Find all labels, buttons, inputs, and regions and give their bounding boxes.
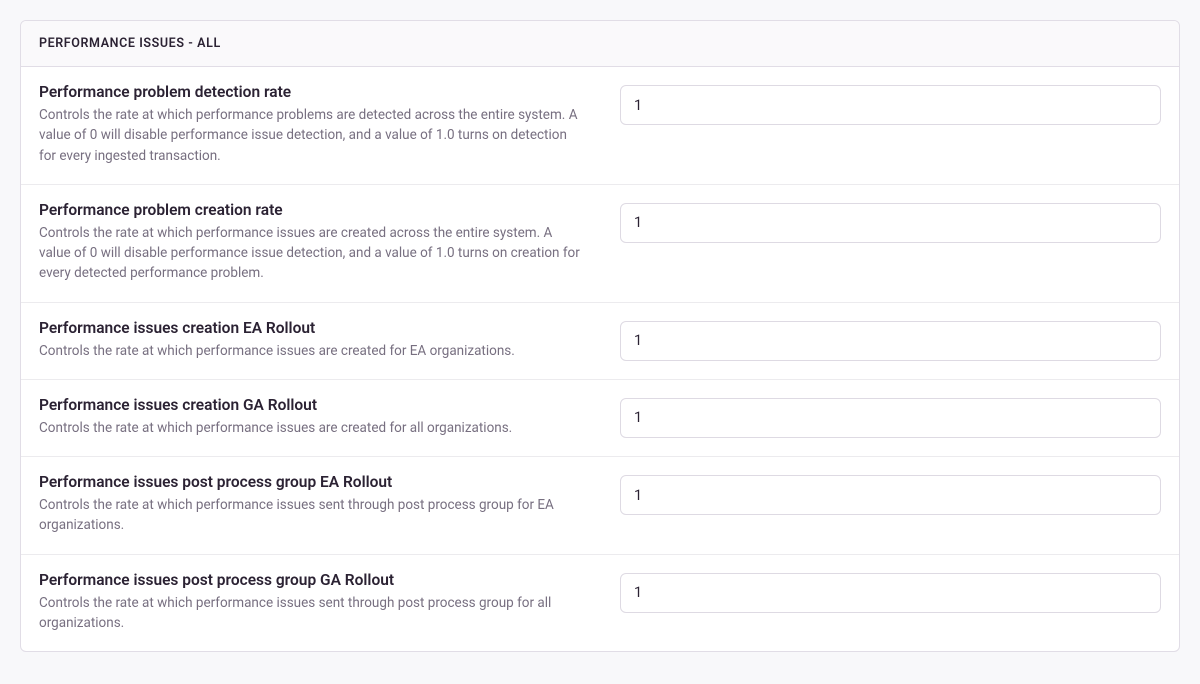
setting-input-wrap bbox=[620, 201, 1161, 243]
setting-title: Performance problem creation rate bbox=[39, 201, 580, 219]
setting-title: Performance issues post process group GA… bbox=[39, 571, 580, 589]
setting-description: Controls the rate at which performance p… bbox=[39, 105, 580, 166]
setting-input-wrap bbox=[620, 319, 1161, 361]
setting-input-wrap bbox=[620, 571, 1161, 613]
setting-text: Performance problem detection rate Contr… bbox=[39, 83, 580, 166]
creation-ea-rollout-input[interactable] bbox=[620, 321, 1161, 361]
setting-input-wrap bbox=[620, 83, 1161, 125]
post-process-ga-rollout-input[interactable] bbox=[620, 573, 1161, 613]
setting-text: Performance problem creation rate Contro… bbox=[39, 201, 580, 284]
setting-row: Performance issues post process group EA… bbox=[21, 457, 1179, 555]
performance-issues-panel: PERFORMANCE ISSUES - ALL Performance pro… bbox=[20, 20, 1180, 652]
setting-description: Controls the rate at which performance i… bbox=[39, 495, 580, 536]
panel-header: PERFORMANCE ISSUES - ALL bbox=[21, 21, 1179, 67]
setting-title: Performance issues post process group EA… bbox=[39, 473, 580, 491]
setting-row: Performance issues creation GA Rollout C… bbox=[21, 380, 1179, 457]
creation-rate-input[interactable] bbox=[620, 203, 1161, 243]
creation-ga-rollout-input[interactable] bbox=[620, 398, 1161, 438]
setting-row: Performance issues creation EA Rollout C… bbox=[21, 303, 1179, 380]
setting-input-wrap bbox=[620, 473, 1161, 515]
setting-row: Performance problem creation rate Contro… bbox=[21, 185, 1179, 303]
setting-description: Controls the rate at which performance i… bbox=[39, 418, 580, 438]
post-process-ea-rollout-input[interactable] bbox=[620, 475, 1161, 515]
setting-row: Performance problem detection rate Contr… bbox=[21, 67, 1179, 185]
setting-description: Controls the rate at which performance i… bbox=[39, 593, 580, 634]
setting-description: Controls the rate at which performance i… bbox=[39, 223, 580, 284]
setting-title: Performance problem detection rate bbox=[39, 83, 580, 101]
setting-title: Performance issues creation GA Rollout bbox=[39, 396, 580, 414]
setting-description: Controls the rate at which performance i… bbox=[39, 341, 580, 361]
setting-text: Performance issues post process group GA… bbox=[39, 571, 580, 634]
setting-text: Performance issues creation EA Rollout C… bbox=[39, 319, 580, 361]
setting-title: Performance issues creation EA Rollout bbox=[39, 319, 580, 337]
detection-rate-input[interactable] bbox=[620, 85, 1161, 125]
setting-row: Performance issues post process group GA… bbox=[21, 555, 1179, 652]
setting-input-wrap bbox=[620, 396, 1161, 438]
setting-text: Performance issues creation GA Rollout C… bbox=[39, 396, 580, 438]
setting-text: Performance issues post process group EA… bbox=[39, 473, 580, 536]
